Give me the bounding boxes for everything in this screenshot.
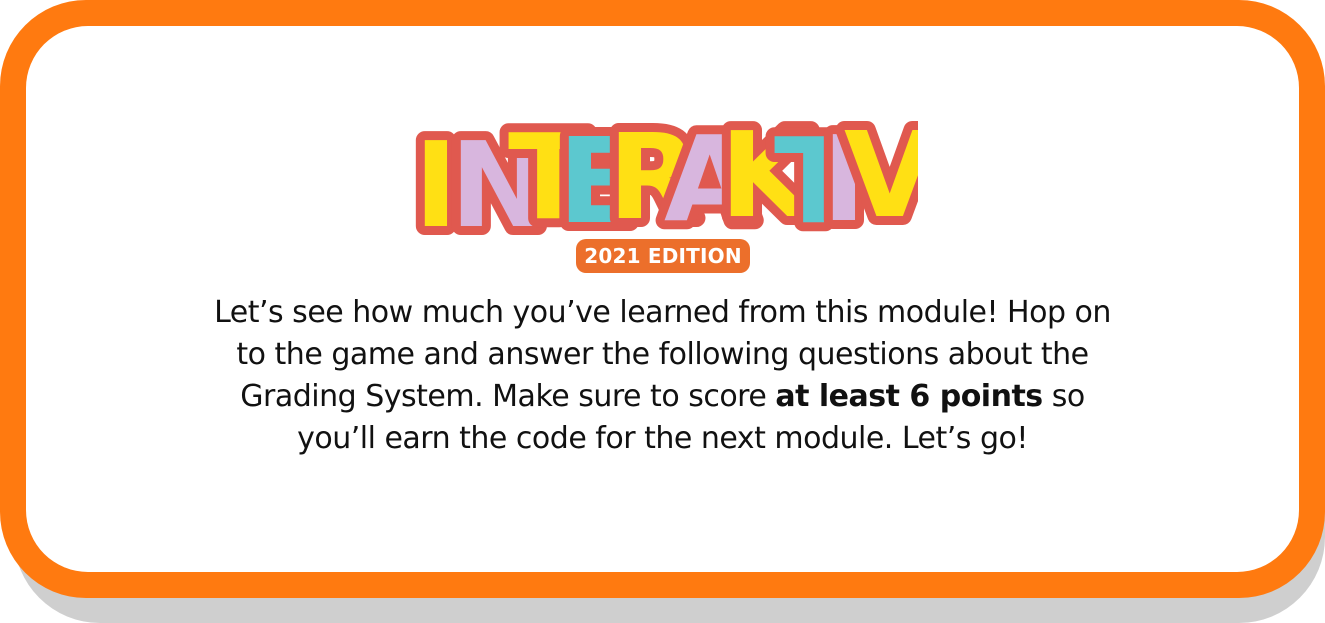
message-emphasis: at least 6 points bbox=[775, 379, 1043, 414]
logo-letter: V bbox=[844, 106, 918, 244]
edition-badge: 2021 EDITION bbox=[576, 239, 750, 273]
intro-message: Let’s see how much you’ve learned from t… bbox=[200, 292, 1125, 460]
